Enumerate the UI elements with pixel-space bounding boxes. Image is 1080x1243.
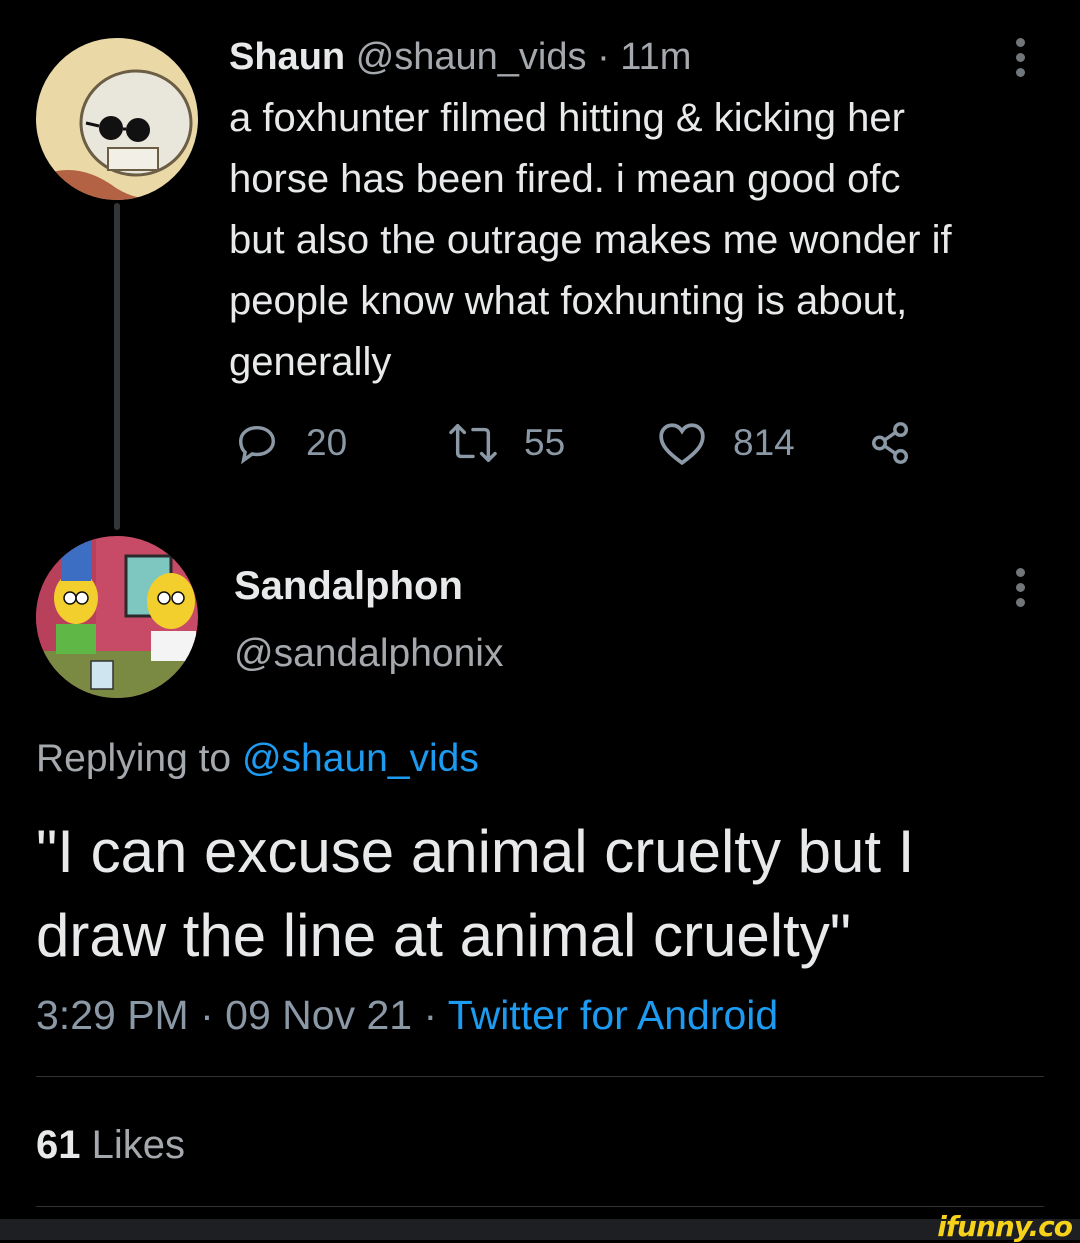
avatar-sandalphon[interactable] [36, 536, 198, 698]
divider [36, 1206, 1044, 1207]
like-button[interactable]: 814 [657, 418, 795, 468]
replying-prefix: Replying to [36, 737, 232, 780]
tweet-line: a foxhunter filmed hitting & kicking her [229, 96, 905, 140]
reply-button[interactable]: 20 [234, 418, 347, 468]
watermark: ifunny.co [937, 1210, 1073, 1243]
tweet-text: a foxhunter filmed hitting & kicking her… [229, 88, 1049, 393]
retweet-button[interactable]: 55 [448, 418, 565, 468]
divider [36, 1076, 1044, 1077]
more-icon[interactable] [1016, 568, 1026, 613]
handle[interactable]: @sandalphonix [234, 630, 503, 678]
tweet-meta: 3:29 PM · 09 Nov 21 · Twitter for Androi… [36, 990, 778, 1040]
thread-line [114, 203, 120, 530]
replying-handle-link[interactable]: @shaun_vids [242, 737, 479, 780]
separator: · [597, 36, 610, 78]
bottom-bar [0, 1219, 1080, 1240]
tweet-line: people know what foxhunting is about, [229, 279, 908, 323]
like-icon [659, 423, 705, 466]
likes-row[interactable]: 61 Likes [36, 1120, 185, 1170]
reply-icon [238, 425, 276, 465]
like-count: 814 [733, 422, 795, 463]
tweet-source-link[interactable]: Twitter for Android [448, 992, 778, 1038]
share-icon [872, 422, 909, 464]
avatar-shaun[interactable] [36, 38, 198, 200]
more-icon[interactable] [1016, 38, 1026, 83]
display-name[interactable]: Shaun [229, 36, 345, 78]
likes-label: Likes [91, 1123, 186, 1167]
tweet-line: horse has been fired. i mean good ofc [229, 157, 901, 201]
timestamp[interactable]: 11m [620, 36, 691, 78]
reply-text: "I can excuse animal cruelty but I draw … [36, 818, 915, 969]
replying-to: Replying to @shaun_vids [36, 734, 479, 784]
tweet-line: but also the outrage makes me wonder if [229, 218, 952, 262]
retweet-icon [449, 424, 497, 462]
tweet-time[interactable]: 3:29 PM [36, 992, 189, 1038]
share-button[interactable] [868, 418, 940, 468]
likes-count: 61 [36, 1123, 81, 1167]
display-name[interactable]: Sandalphon [234, 562, 463, 610]
tweet-line: generally [229, 340, 392, 384]
handle[interactable]: @shaun_vids [356, 36, 587, 78]
tweet-date[interactable]: 09 Nov 21 [225, 992, 412, 1038]
meta-separator: · [423, 992, 438, 1038]
retweet-count: 55 [524, 422, 566, 463]
tweet-header: Shaun @shaun_vids · 11m [229, 34, 691, 80]
reply-count: 20 [306, 422, 348, 463]
meta-separator: · [200, 992, 214, 1038]
